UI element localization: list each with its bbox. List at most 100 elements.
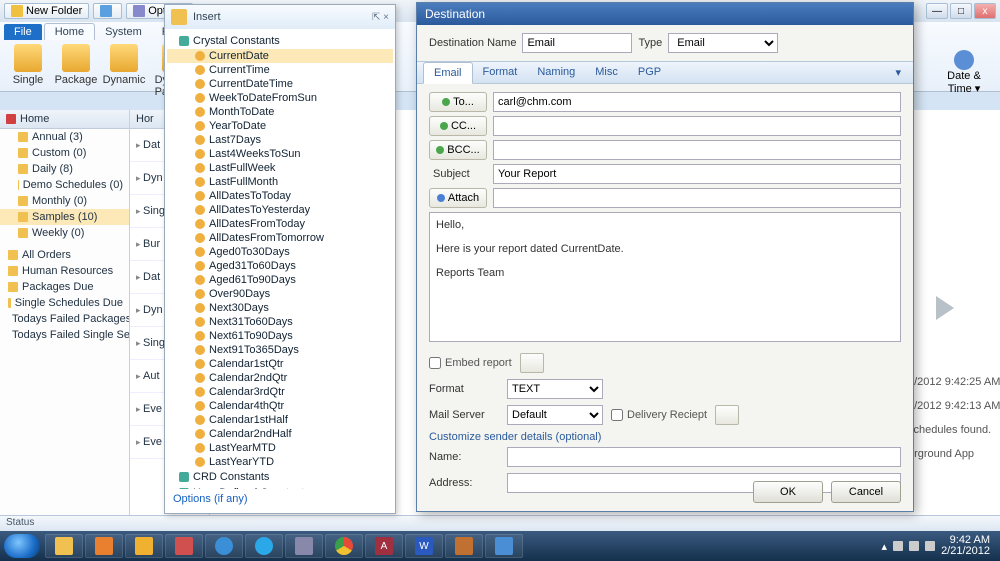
tree-item[interactable]: Calendar1stHalf <box>167 413 393 427</box>
tree-item[interactable]: Calendar1stQtr <box>167 357 393 371</box>
minimize-button[interactable]: — <box>926 3 948 19</box>
bcc-input[interactable] <box>493 140 901 160</box>
file-tab[interactable]: File <box>4 24 42 40</box>
nav-item[interactable]: Samples (10) <box>0 209 129 225</box>
tree-item[interactable]: AllDatesToYesterday <box>167 203 393 217</box>
nav-item[interactable]: Packages Due <box>0 279 129 295</box>
tree-item[interactable]: Next61To90Days <box>167 329 393 343</box>
nav-home[interactable]: Home <box>0 110 129 129</box>
tree-item[interactable]: LastYearMTD <box>167 441 393 455</box>
tree-item[interactable]: Calendar4thQtr <box>167 399 393 413</box>
task-gear[interactable] <box>285 534 323 558</box>
tree-item[interactable]: Aged0To30Days <box>167 245 393 259</box>
insert-tree[interactable]: Crystal Constants CurrentDateCurrentTime… <box>165 29 395 489</box>
embed-browse-button[interactable] <box>520 353 544 373</box>
tab-misc[interactable]: Misc <box>585 62 628 83</box>
nav-item[interactable]: Custom (0) <box>0 145 129 161</box>
tree-item[interactable]: AllDatesToToday <box>167 189 393 203</box>
nav-item[interactable]: Monthly (0) <box>0 193 129 209</box>
task-word[interactable]: W <box>405 534 443 558</box>
delivery-checkbox[interactable] <box>611 409 623 421</box>
task-ie[interactable] <box>205 534 243 558</box>
ribbon-single[interactable]: Single <box>6 44 50 87</box>
attach-button[interactable]: Attach <box>429 188 487 208</box>
tree-item[interactable]: Aged61To90Days <box>167 273 393 287</box>
ribbon-datetime[interactable]: Date & Time ▾ <box>934 44 994 87</box>
tree-item[interactable]: Over90Days <box>167 287 393 301</box>
clock[interactable]: 9:42 AM 2/21/2012 <box>941 535 990 557</box>
task-explorer[interactable] <box>45 534 83 558</box>
tree-item[interactable]: AllDatesFromToday <box>167 217 393 231</box>
tray-chevron-icon[interactable]: ▴ <box>882 540 888 553</box>
to-button[interactable]: To... <box>429 92 487 112</box>
nav-item[interactable]: All Orders <box>0 247 129 263</box>
nav-item[interactable]: Todays Failed Single Se <box>0 327 129 343</box>
tree-item[interactable]: LastYearYTD <box>167 455 393 469</box>
pin-close-icons[interactable]: ⇱ × <box>372 12 389 23</box>
tree-item[interactable]: LastFullWeek <box>167 161 393 175</box>
quick-access-button[interactable] <box>93 3 122 19</box>
mailserver-select[interactable]: Default <box>507 405 603 425</box>
task-app[interactable] <box>165 534 203 558</box>
tree-item[interactable]: Calendar3rdQtr <box>167 385 393 399</box>
tree-item[interactable]: Next30Days <box>167 301 393 315</box>
tree-item[interactable]: WeekToDateFromSun <box>167 91 393 105</box>
to-input[interactable] <box>493 92 901 112</box>
tab-naming[interactable]: Naming <box>527 62 585 83</box>
system-tray[interactable]: ▴ 9:42 AM 2/21/2012 <box>882 535 996 557</box>
cc-button[interactable]: CC... <box>429 116 487 136</box>
tab-email[interactable]: Email <box>423 62 473 84</box>
sender-name-input[interactable] <box>507 447 901 467</box>
task-media[interactable] <box>85 534 123 558</box>
tree-item[interactable]: Next91To365Days <box>167 343 393 357</box>
dest-type-select[interactable]: Email <box>668 33 778 53</box>
body-textarea[interactable] <box>429 212 901 342</box>
tree-item[interactable]: Last4WeeksToSun <box>167 147 393 161</box>
tree-root[interactable]: Crystal Constants <box>167 33 393 49</box>
ribbon-dynamic[interactable]: Dynamic <box>102 44 146 87</box>
insert-footer[interactable]: Options (if any) <box>165 489 395 509</box>
attach-input[interactable] <box>493 188 901 208</box>
start-button[interactable] <box>4 534 40 558</box>
tree-item[interactable]: AllDatesFromTomorrow <box>167 231 393 245</box>
nav-item[interactable]: Todays Failed Packages <box>0 311 129 327</box>
tab-home[interactable]: Home <box>44 23 95 40</box>
nav-item[interactable]: Daily (8) <box>0 161 129 177</box>
task-access[interactable]: A <box>365 534 403 558</box>
nav-item[interactable]: Weekly (0) <box>0 225 129 241</box>
task-skype[interactable] <box>245 534 283 558</box>
tray-icon[interactable] <box>909 541 919 551</box>
bcc-button[interactable]: BCC... <box>429 140 487 160</box>
tree-root[interactable]: CRD Constants <box>167 469 393 485</box>
tree-item[interactable]: CurrentDateTime <box>167 77 393 91</box>
new-folder-button[interactable]: New Folder <box>4 3 89 19</box>
tab-format[interactable]: Format <box>473 62 528 83</box>
ribbon-package[interactable]: Package <box>54 44 98 87</box>
tree-item[interactable]: LastFullMonth <box>167 175 393 189</box>
tab-pgp[interactable]: PGP <box>628 62 671 83</box>
tree-item[interactable]: Next31To60Days <box>167 315 393 329</box>
maximize-button[interactable]: □ <box>950 3 972 19</box>
dest-name-input[interactable] <box>522 33 632 53</box>
subject-input[interactable] <box>493 164 901 184</box>
task-app3[interactable] <box>485 534 523 558</box>
close-button[interactable]: x <box>974 3 996 19</box>
cancel-button[interactable]: Cancel <box>831 481 901 503</box>
format-select[interactable]: TEXT <box>507 379 603 399</box>
cc-input[interactable] <box>493 116 901 136</box>
ok-button[interactable]: OK <box>753 481 823 503</box>
tray-volume-icon[interactable] <box>925 541 935 551</box>
play-icon[interactable] <box>936 296 954 320</box>
tree-item[interactable]: YearToDate <box>167 119 393 133</box>
tree-item[interactable]: CurrentTime <box>167 63 393 77</box>
task-app2[interactable] <box>445 534 483 558</box>
chevron-down-icon[interactable]: ▾ <box>889 62 907 83</box>
embed-checkbox[interactable] <box>429 357 441 369</box>
tray-icon[interactable] <box>893 541 903 551</box>
task-chrome[interactable] <box>325 534 363 558</box>
tab-system[interactable]: System <box>95 24 152 40</box>
tree-item[interactable]: Calendar2ndQtr <box>167 371 393 385</box>
nav-item[interactable]: Single Schedules Due <box>0 295 129 311</box>
nav-item[interactable]: Annual (3) <box>0 129 129 145</box>
nav-item[interactable]: Demo Schedules (0) <box>0 177 129 193</box>
